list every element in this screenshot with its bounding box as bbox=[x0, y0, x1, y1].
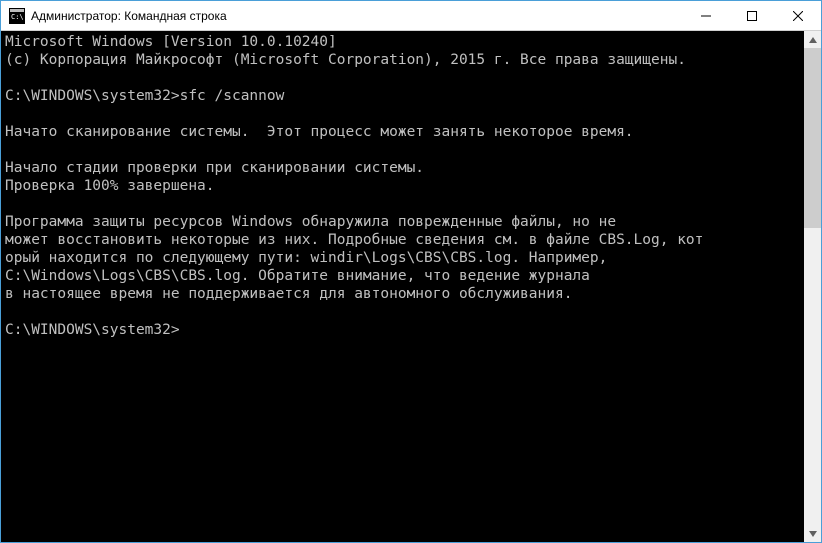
svg-text:C:\: C:\ bbox=[11, 13, 24, 21]
close-button[interactable] bbox=[775, 1, 821, 30]
window-title: Администратор: Командная строка bbox=[31, 9, 683, 23]
output-line: может восстановить некоторые из них. Под… bbox=[5, 232, 703, 248]
scroll-up-button[interactable] bbox=[804, 31, 821, 48]
output-line: Начало стадии проверки при сканировании … bbox=[5, 160, 424, 176]
minimize-button[interactable] bbox=[683, 1, 729, 30]
cmd-icon: C:\ bbox=[9, 8, 25, 24]
scroll-thumb[interactable] bbox=[804, 48, 821, 228]
output-line: в настоящее время не поддерживается для … bbox=[5, 286, 572, 302]
vertical-scrollbar[interactable] bbox=[804, 31, 821, 542]
output-line: Начато сканирование системы. Этот процес… bbox=[5, 124, 634, 140]
maximize-button[interactable] bbox=[729, 1, 775, 30]
scroll-track[interactable] bbox=[804, 48, 821, 525]
scroll-down-button[interactable] bbox=[804, 525, 821, 542]
output-line: орый находится по следующему пути: windi… bbox=[5, 250, 607, 266]
output-line: (c) Корпорация Майкрософт (Microsoft Cor… bbox=[5, 52, 686, 68]
maximize-icon bbox=[747, 11, 757, 21]
output-line: Программа защиты ресурсов Windows обнару… bbox=[5, 214, 616, 230]
output-line: Microsoft Windows [Version 10.0.10240] bbox=[5, 34, 337, 50]
minimize-icon bbox=[701, 11, 711, 21]
command-prompt: C:\WINDOWS\system32>sfc /scannow bbox=[5, 88, 284, 104]
command-prompt: C:\WINDOWS\system32> bbox=[5, 322, 180, 338]
output-line: Проверка 100% завершена. bbox=[5, 178, 215, 194]
titlebar: C:\ Администратор: Командная строка bbox=[1, 1, 821, 31]
console-area: Microsoft Windows [Version 10.0.10240] (… bbox=[1, 31, 821, 542]
close-icon bbox=[793, 11, 803, 21]
chevron-down-icon bbox=[809, 531, 817, 537]
console-output[interactable]: Microsoft Windows [Version 10.0.10240] (… bbox=[1, 31, 804, 542]
window-controls bbox=[683, 1, 821, 30]
output-line: C:\Windows\Logs\CBS\CBS.log. Обратите вн… bbox=[5, 268, 590, 284]
chevron-up-icon bbox=[809, 37, 817, 43]
